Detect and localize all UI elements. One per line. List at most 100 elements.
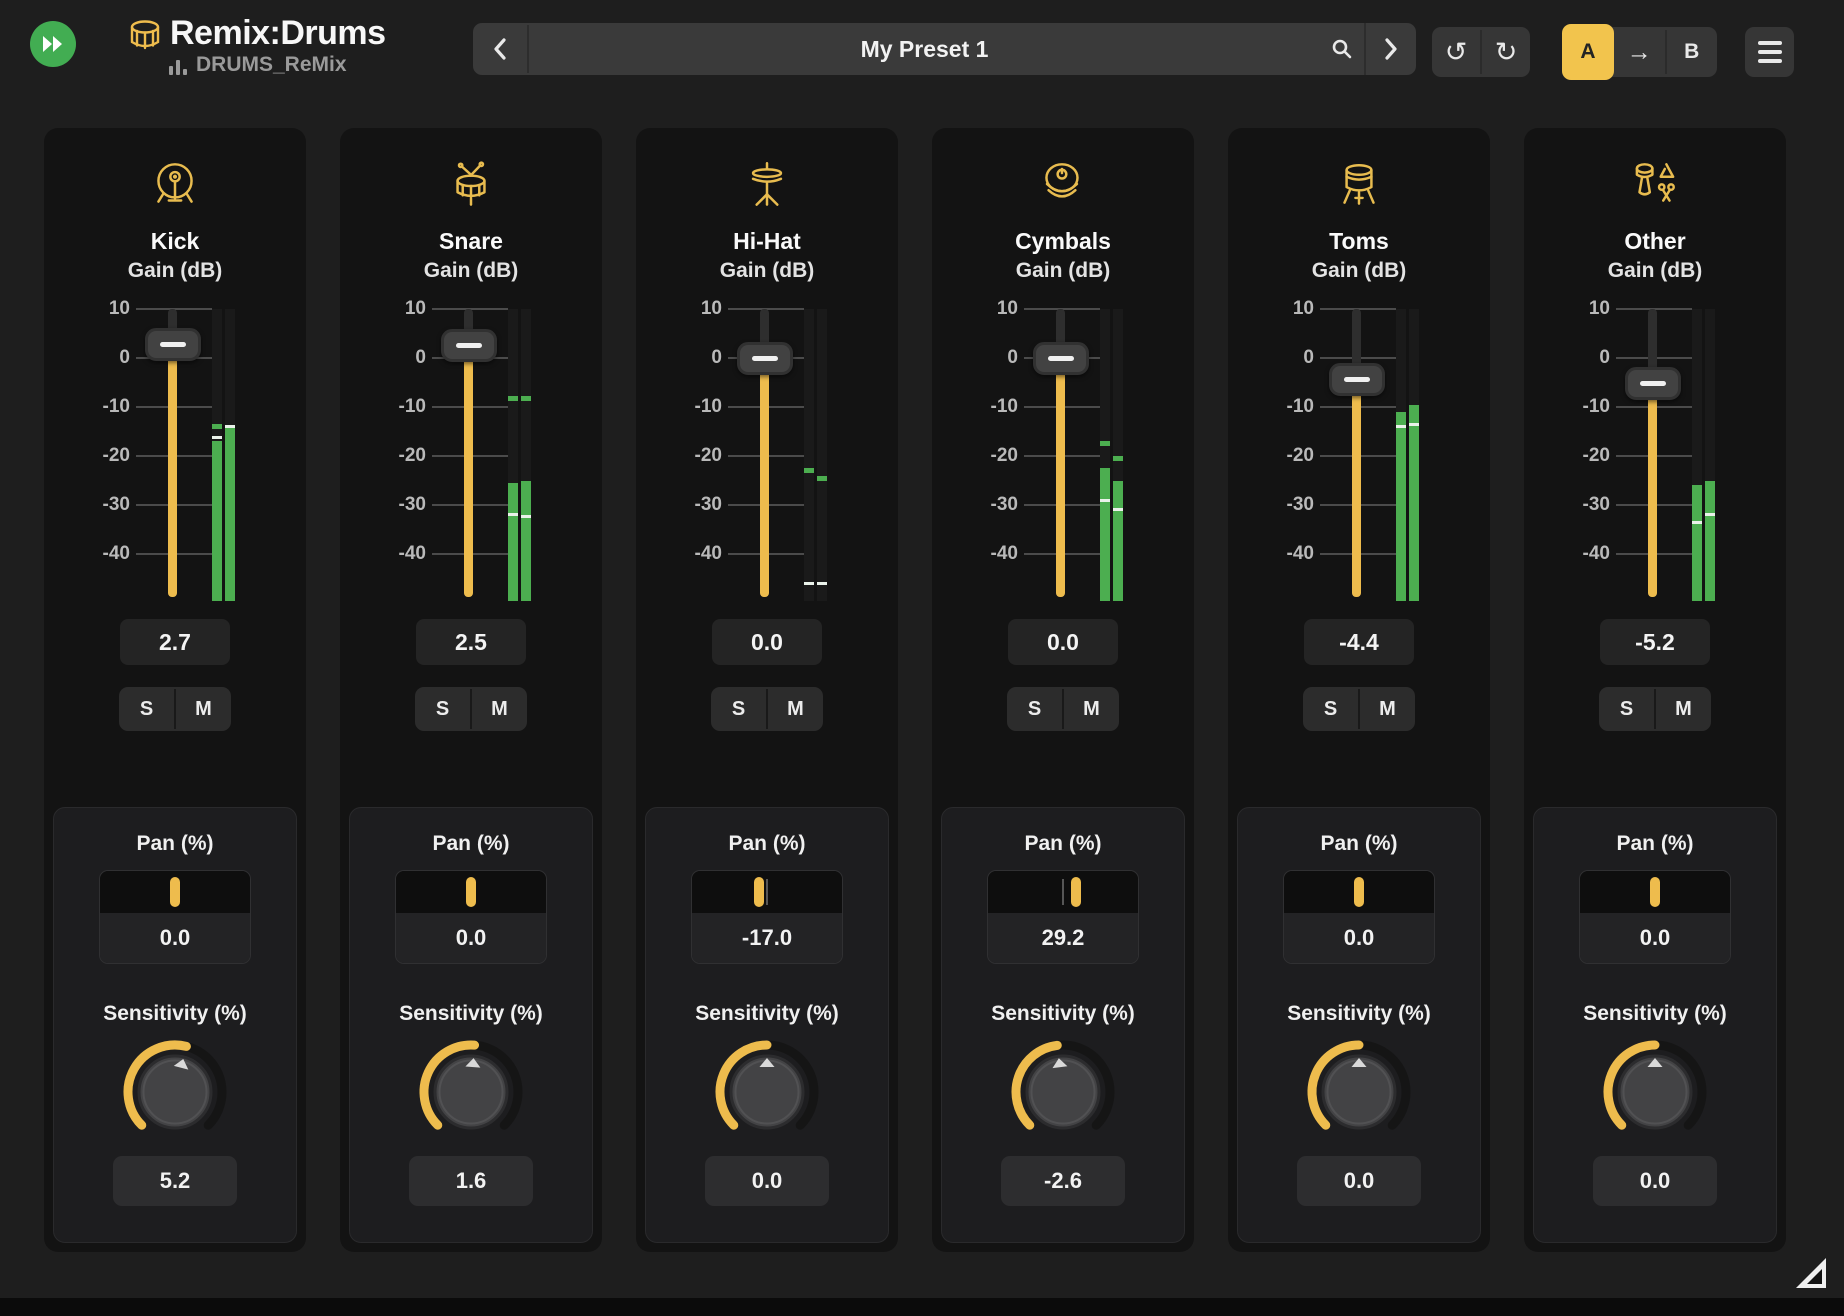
mute-button[interactable]: M <box>176 687 231 731</box>
preset-name[interactable]: My Preset 1 <box>529 36 1320 63</box>
sensitivity-value-field[interactable]: 5.2 <box>113 1156 237 1206</box>
sensitivity-knob[interactable] <box>1301 1034 1417 1150</box>
solo-button[interactable]: S <box>711 687 766 731</box>
pan-value-field[interactable]: 0.0 <box>1284 913 1434 963</box>
pan-strip[interactable] <box>396 871 546 913</box>
solo-button[interactable]: S <box>1303 687 1358 731</box>
pan-strip[interactable] <box>1580 871 1730 913</box>
pan-handle[interactable] <box>170 877 180 907</box>
gain-value-field[interactable]: -5.2 <box>1600 619 1710 665</box>
level-meter-right <box>521 309 531 601</box>
app-logo <box>30 21 76 67</box>
gain-value-field[interactable]: -4.4 <box>1304 619 1414 665</box>
pan-label: Pan (%) <box>728 832 806 855</box>
pan-strip[interactable] <box>988 871 1138 913</box>
pan-slider[interactable]: 0.0 <box>1283 870 1435 964</box>
sensitivity-value-field[interactable]: 0.0 <box>1297 1156 1421 1206</box>
meter-peak-line <box>1705 513 1715 517</box>
mute-button[interactable]: M <box>768 687 823 731</box>
scale-label: -20 <box>694 445 722 466</box>
sensitivity-value-field[interactable]: 1.6 <box>409 1156 533 1206</box>
meter-bar <box>521 480 531 601</box>
pan-value-field[interactable]: 0.0 <box>396 913 546 963</box>
gain-fader[interactable]: -40 -30 -20 -10 0 10 <box>1228 298 1490 601</box>
ab-slot-a-button[interactable]: A <box>1562 24 1614 80</box>
ab-slot-b-button[interactable]: B <box>1667 27 1718 77</box>
resize-handle[interactable] <box>1792 1254 1830 1292</box>
channel-name: Kick <box>150 228 200 254</box>
gain-value-field[interactable]: 0.0 <box>712 619 822 665</box>
fader-thumb[interactable] <box>145 328 201 362</box>
gain-label: Gain (dB) <box>1015 259 1111 282</box>
fader-thumb[interactable] <box>1329 363 1385 397</box>
pan-value-field[interactable]: 0.0 <box>1580 913 1730 963</box>
pan-slider[interactable]: 0.0 <box>1579 870 1731 964</box>
scale-label: 0 <box>415 347 426 368</box>
pan-handle[interactable] <box>1071 877 1082 907</box>
mute-button[interactable]: M <box>1360 687 1415 731</box>
pan-strip[interactable] <box>100 871 250 913</box>
preset-search-button[interactable] <box>1320 23 1364 75</box>
channel-name: Cymbals <box>1015 228 1111 254</box>
preset-prev-button[interactable] <box>473 23 527 75</box>
gain-fader[interactable]: -40 -30 -20 -10 0 10 <box>44 298 306 601</box>
fader-fill <box>1648 383 1657 597</box>
gain-fader[interactable]: -40 -30 -20 -10 0 10 <box>1524 298 1786 601</box>
sensitivity-knob[interactable] <box>709 1034 825 1150</box>
pan-value-field[interactable]: -17.0 <box>692 913 842 963</box>
pan-handle[interactable] <box>1354 877 1364 907</box>
preset-next-button[interactable] <box>1364 23 1416 75</box>
pan-handle[interactable] <box>754 877 765 907</box>
gain-fader[interactable]: -40 -30 -20 -10 0 10 <box>932 298 1194 601</box>
mute-button[interactable]: M <box>1064 687 1119 731</box>
pan-strip[interactable] <box>692 871 842 913</box>
redo-button[interactable]: ↻ <box>1482 27 1530 77</box>
scale-label: 0 <box>1007 347 1018 368</box>
sensitivity-knob[interactable] <box>117 1034 233 1150</box>
solo-button[interactable]: S <box>119 687 174 731</box>
pan-value-field[interactable]: 29.2 <box>988 913 1138 963</box>
gain-value-field[interactable]: 0.0 <box>1008 619 1118 665</box>
drum-icon <box>127 17 163 53</box>
mute-button[interactable]: M <box>472 687 527 731</box>
mute-button[interactable]: M <box>1656 687 1711 731</box>
sensitivity-knob[interactable] <box>1597 1034 1713 1150</box>
undo-button[interactable]: ↺ <box>1432 27 1480 77</box>
sensitivity-value-field[interactable]: 0.0 <box>1593 1156 1717 1206</box>
pan-strip[interactable] <box>1284 871 1434 913</box>
gain-fader[interactable]: -40 -30 -20 -10 0 10 <box>340 298 602 601</box>
pan-slider[interactable]: 29.2 <box>987 870 1139 964</box>
gain-value-field[interactable]: 2.7 <box>120 619 230 665</box>
pan-slider[interactable]: -17.0 <box>691 870 843 964</box>
scale-label: 10 <box>996 298 1018 319</box>
sensitivity-value-field[interactable]: -2.6 <box>1001 1156 1125 1206</box>
pan-handle[interactable] <box>466 877 476 907</box>
menu-button[interactable] <box>1745 27 1794 77</box>
sensitivity-label: Sensitivity (%) <box>991 1002 1135 1025</box>
fader-thumb[interactable] <box>1033 341 1089 375</box>
sensitivity-label: Sensitivity (%) <box>695 1002 839 1025</box>
kick-drum-icon <box>145 154 205 216</box>
solo-button[interactable]: S <box>1007 687 1062 731</box>
gain-value-field[interactable]: 2.5 <box>416 619 526 665</box>
scale-label: 10 <box>1588 298 1610 319</box>
pan-slider[interactable]: 0.0 <box>395 870 547 964</box>
sensitivity-value-field[interactable]: 0.0 <box>705 1156 829 1206</box>
pan-slider[interactable]: 0.0 <box>99 870 251 964</box>
preset-display[interactable]: My Preset 1 <box>529 23 1416 75</box>
sensitivity-knob[interactable] <box>1005 1034 1121 1150</box>
pan-value-field[interactable]: 0.0 <box>100 913 250 963</box>
fader-thumb[interactable] <box>1625 366 1681 400</box>
pan-handle[interactable] <box>1650 877 1660 907</box>
gain-fader[interactable]: -40 -30 -20 -10 0 10 <box>636 298 898 601</box>
undo-redo-group: ↺ ↻ <box>1432 27 1530 77</box>
ab-copy-button[interactable]: → <box>1614 27 1665 77</box>
fader-track[interactable] <box>1648 309 1657 597</box>
solo-button[interactable]: S <box>1599 687 1654 731</box>
fader-track[interactable] <box>1352 309 1361 597</box>
sensitivity-knob[interactable] <box>413 1034 529 1150</box>
fader-thumb[interactable] <box>441 329 497 363</box>
solo-button[interactable]: S <box>415 687 470 731</box>
meter-peak-line <box>225 424 235 428</box>
fader-thumb[interactable] <box>737 341 793 375</box>
